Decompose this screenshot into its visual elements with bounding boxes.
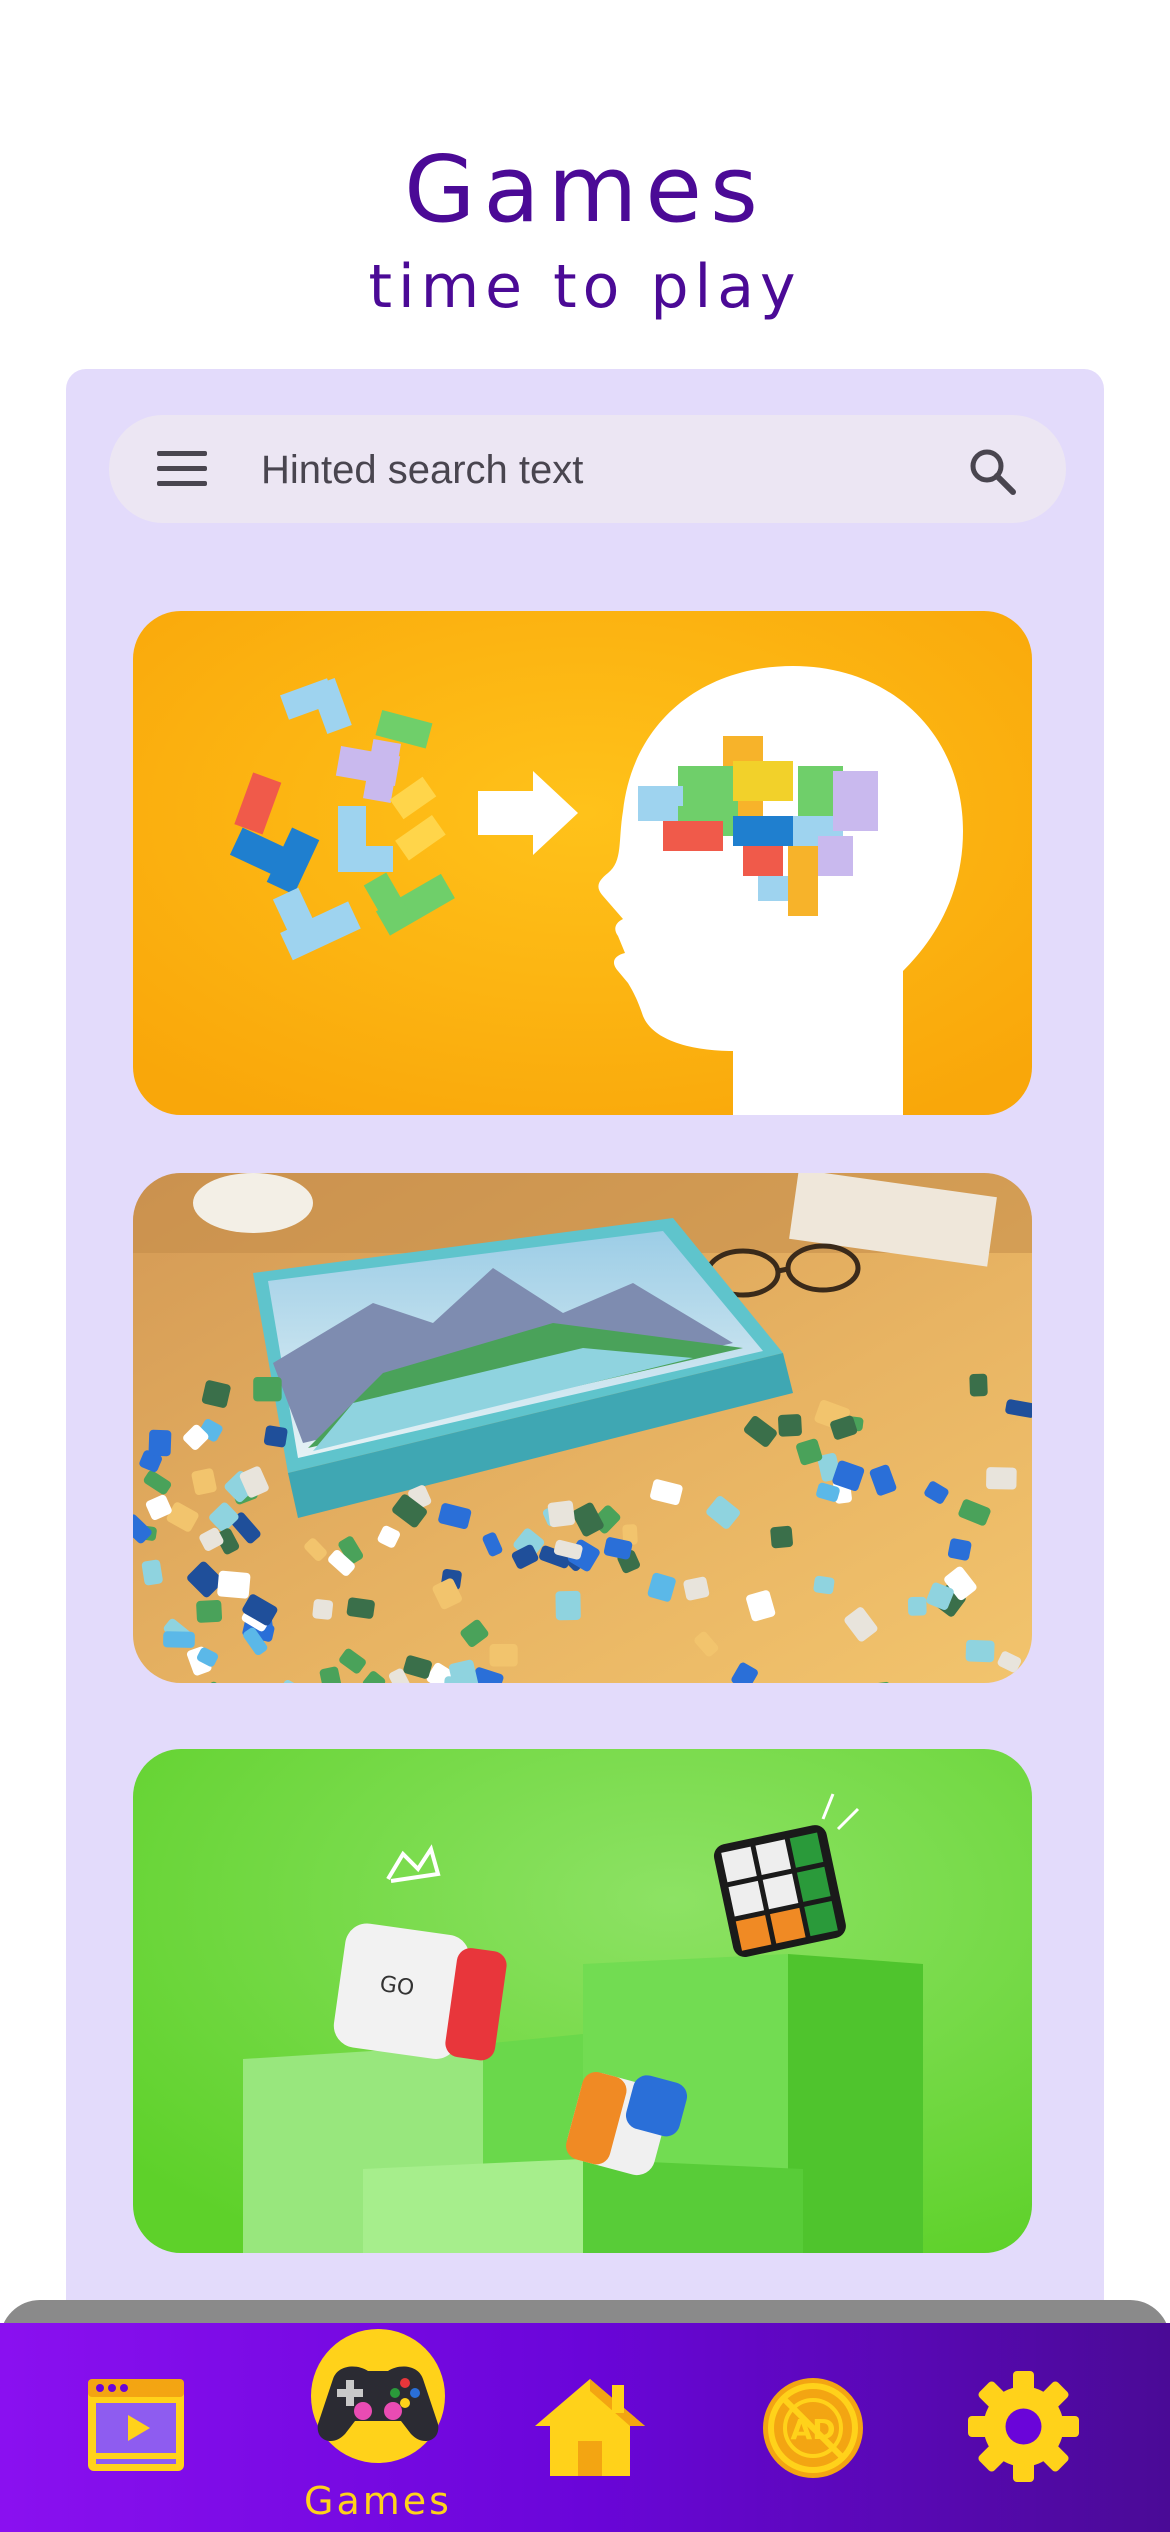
search-bar[interactable] [109,415,1066,523]
brain-puzzle-card[interactable] [133,611,1032,1115]
svg-text:GO: GO [378,1972,416,2002]
jigsaw-piece [907,1596,927,1616]
jigsaw-puzzle-card[interactable] [133,1173,1032,1683]
nav-item-games[interactable]: Games [288,2329,468,2529]
no-ads-icon: AD [763,2378,863,2478]
jigsaw-piece [263,1425,288,1448]
cube-puzzle-card[interactable]: GO [133,1749,1032,2253]
bottom-navigation: Games AD [0,2323,1170,2532]
home-icon [535,2379,645,2476]
brain-puzzle-image [133,611,1032,1115]
nav-item-settings[interactable] [966,2369,1081,2484]
nav-item-home[interactable] [530,2371,650,2481]
jigsaw-piece [312,1599,334,1620]
jigsaw-piece [148,1429,172,1457]
jigsaw-piece [947,1538,972,1561]
page-title: Games [404,136,766,243]
jigsaw-piece [547,1500,575,1528]
video-player-icon [88,2379,184,2471]
jigsaw-piece [770,1525,793,1549]
jigsaw-piece [196,1600,223,1623]
jigsaw-puzzle-image [133,1173,1032,1683]
nav-item-no-ads[interactable]: AD [758,2373,868,2483]
jigsaw-piece [969,1373,988,1397]
jigsaw-piece [141,1559,163,1586]
nav-label-games: Games [304,2479,452,2523]
jigsaw-piece [813,1575,835,1595]
jigsaw-piece [965,1639,995,1663]
search-input[interactable] [259,439,903,501]
jigsaw-piece [163,1631,195,1648]
jigsaw-piece [489,1644,518,1667]
menu-icon[interactable] [157,449,211,489]
jigsaw-piece [778,1414,802,1437]
jigsaw-piece [253,1376,282,1402]
cube-puzzle-image: GO [133,1749,1032,2253]
jigsaw-piece [217,1570,251,1599]
search-icon[interactable] [966,445,1018,497]
jigsaw-piece [986,1467,1017,1490]
page-subtitle: time to play [368,252,802,322]
gamepad-icon [317,2366,439,2442]
jigsaw-piece [346,1597,375,1619]
jigsaw-piece [555,1590,581,1621]
nav-item-videos[interactable] [84,2373,188,2477]
gear-icon [968,2371,1079,2482]
